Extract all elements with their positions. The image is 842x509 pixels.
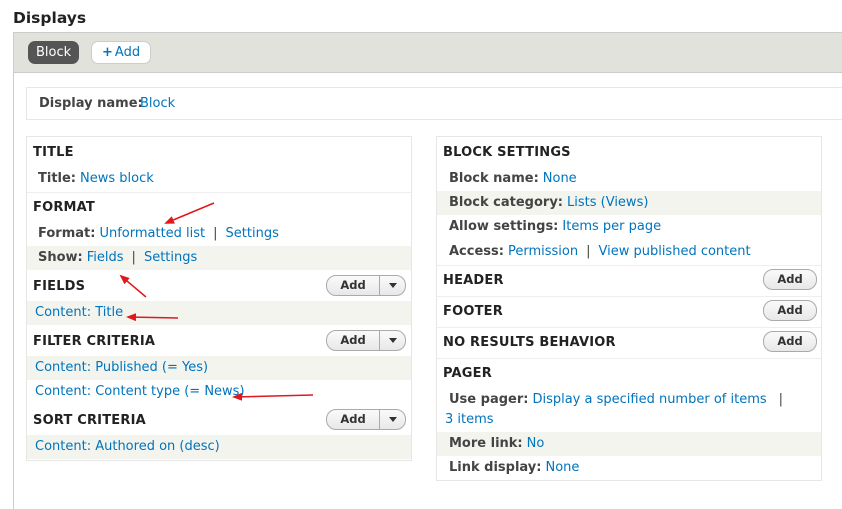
- list-item: Content: Content type (= News): [27, 380, 411, 404]
- allow-settings-link[interactable]: Items per page: [562, 219, 661, 234]
- section-block-settings-heading: BLOCK SETTINGS: [443, 145, 571, 160]
- list-item: Content: Published (= Yes): [27, 356, 411, 380]
- title-value-link[interactable]: News block: [80, 171, 154, 186]
- show-label: Show:: [38, 250, 83, 265]
- section-format-heading: FORMAT: [33, 200, 95, 215]
- block-name-link[interactable]: None: [543, 171, 577, 186]
- pipe-separator: |: [213, 226, 218, 241]
- block-name-row: Block name: None: [437, 167, 821, 191]
- chevron-down-icon[interactable]: [389, 283, 397, 288]
- link-display-label: Link display:: [449, 460, 542, 475]
- sort-add-label[interactable]: Add: [327, 410, 379, 429]
- access-label: Access:: [449, 244, 504, 259]
- title-row: Title: News block: [27, 167, 411, 191]
- page-title: Displays: [13, 9, 87, 27]
- section-fields-heading: FIELDS: [33, 279, 86, 294]
- footer-add-button[interactable]: Add: [763, 300, 817, 321]
- add-display-button[interactable]: + Add: [91, 41, 152, 64]
- right-column: BLOCK SETTINGS Block name: None Block cat…: [436, 136, 822, 481]
- pipe-separator: |: [778, 392, 784, 407]
- block-category-label: Block category:: [449, 195, 564, 210]
- section-sort-heading: SORT CRITERIA: [33, 413, 146, 428]
- pager-items-link[interactable]: 3 items: [445, 412, 494, 427]
- left-column: TITLE Title: News block FORMAT Format: Unf…: [26, 136, 412, 461]
- button-divider: [379, 276, 380, 295]
- no-results-add-button[interactable]: Add: [763, 331, 817, 352]
- format-row: Format: Unformatted list | Settings: [27, 222, 411, 246]
- format-settings-link[interactable]: Settings: [226, 226, 279, 241]
- access-row: Access: Permission | View published content: [437, 240, 821, 264]
- fields-add-button[interactable]: Add: [326, 275, 406, 296]
- sort-add-button[interactable]: Add: [326, 409, 406, 430]
- link-display-row: Link display: None: [437, 456, 821, 480]
- plus-icon: +: [102, 45, 113, 60]
- filter-add-label[interactable]: Add: [327, 331, 379, 350]
- use-pager-label: Use pager:: [449, 392, 529, 407]
- field-content-title-link[interactable]: Content: Title: [35, 305, 123, 320]
- divider: [27, 192, 411, 193]
- section-filter-heading: FILTER CRITERIA: [33, 334, 156, 349]
- fields-add-label[interactable]: Add: [327, 276, 379, 295]
- pager-items-row: 3 items: [437, 408, 821, 432]
- section-header-heading: HEADER: [443, 273, 504, 288]
- block-name-label: Block name:: [449, 171, 539, 186]
- more-link-label: More link:: [449, 436, 523, 451]
- section-title-heading: TITLE: [33, 145, 74, 160]
- allow-settings-label: Allow settings:: [449, 219, 559, 234]
- show-row: Show: Fields | Settings: [27, 246, 411, 270]
- section-no-results-heading: NO RESULTS BEHAVIOR: [443, 335, 616, 350]
- pipe-separator: |: [586, 244, 591, 259]
- divider: [437, 296, 821, 297]
- show-value-link[interactable]: Fields: [87, 250, 124, 265]
- block-category-row: Block category: Lists (Views): [437, 191, 821, 215]
- display-name-label: Display name:: [39, 96, 143, 111]
- link-display-value[interactable]: None: [545, 460, 579, 475]
- block-category-link[interactable]: Lists (Views): [567, 195, 648, 210]
- section-footer-heading: FOOTER: [443, 304, 503, 319]
- tab-block[interactable]: Block: [28, 41, 80, 64]
- sort-authored-link[interactable]: Content: Authored on (desc): [35, 439, 220, 454]
- list-item: Content: Title: [27, 301, 411, 325]
- access-permission-link[interactable]: Permission: [508, 244, 578, 259]
- more-link-value[interactable]: No: [527, 436, 545, 451]
- header-add-button[interactable]: Add: [763, 269, 817, 290]
- button-divider: [379, 410, 380, 429]
- chevron-down-icon[interactable]: [389, 338, 397, 343]
- filter-add-button[interactable]: Add: [326, 330, 406, 351]
- allow-settings-row: Allow settings: Items per page: [437, 215, 821, 239]
- chevron-down-icon[interactable]: [389, 417, 397, 422]
- filter-content-type-link[interactable]: Content: Content type (= News): [35, 384, 245, 399]
- button-divider: [379, 331, 380, 350]
- add-display-label: Add: [114, 45, 141, 60]
- more-link-row: More link: No: [437, 432, 821, 456]
- show-settings-link[interactable]: Settings: [144, 250, 197, 265]
- list-item: Content: Authored on (desc): [27, 435, 411, 459]
- pipe-separator: |: [131, 250, 136, 265]
- content-left-border: [13, 33, 14, 509]
- section-pager-heading: PAGER: [443, 366, 492, 381]
- divider: [437, 327, 821, 328]
- format-value-link[interactable]: Unformatted list: [99, 226, 205, 241]
- access-view-published-link[interactable]: View published content: [598, 244, 750, 259]
- display-tabs-bar: Block + Add: [13, 32, 842, 73]
- divider: [437, 358, 821, 359]
- format-label: Format:: [38, 226, 96, 241]
- use-pager-link[interactable]: Display a specified number of items: [532, 392, 766, 407]
- divider: [437, 265, 821, 266]
- filter-published-link[interactable]: Content: Published (= Yes): [35, 360, 208, 375]
- display-name-link[interactable]: Block: [140, 96, 175, 111]
- title-label: Title:: [38, 171, 77, 186]
- display-name-row: Display name: Block: [26, 87, 842, 120]
